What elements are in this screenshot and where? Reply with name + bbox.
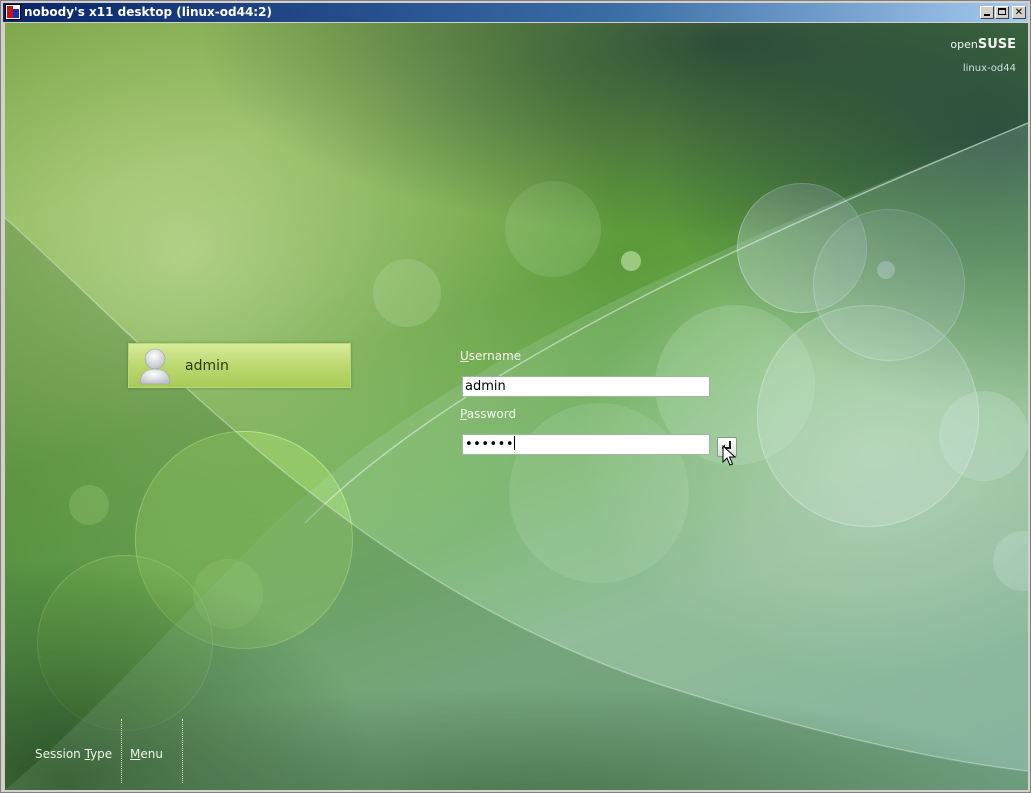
vnc-viewer-window: nobody's x11 desktop (linux-od44:2) ✕ op… xyxy=(0,0,1031,793)
window-titlebar[interactable]: nobody's x11 desktop (linux-od44:2) ✕ xyxy=(3,3,1028,22)
password-label: Password xyxy=(460,407,517,421)
menu-separator xyxy=(182,719,183,783)
password-field[interactable]: •••••• xyxy=(462,434,710,455)
vnc-app-icon[interactable] xyxy=(5,4,21,20)
user-list-item-admin[interactable]: admin xyxy=(128,343,351,388)
text-caret xyxy=(514,436,516,450)
hostname-label: linux-od44 xyxy=(962,63,1016,74)
username-label: Username xyxy=(460,349,522,363)
close-button[interactable]: ✕ xyxy=(1012,6,1026,19)
username-field[interactable]: admin xyxy=(462,376,710,397)
background-swoosh xyxy=(5,122,1028,790)
window-title: nobody's x11 desktop (linux-od44:2) xyxy=(24,5,272,19)
user-name-label: admin xyxy=(185,358,229,374)
minimize-button[interactable] xyxy=(980,6,994,19)
mouse-pointer-icon xyxy=(722,445,736,466)
maximize-button[interactable] xyxy=(995,6,1009,19)
login-screen: openSUSE linux-od44 admin Username admin… xyxy=(5,23,1028,790)
main-menu[interactable]: Menu xyxy=(130,747,163,761)
opensuse-logo: openSUSE xyxy=(950,37,1016,52)
session-type-menu[interactable]: Session Type xyxy=(35,747,112,761)
password-mask: •••••• xyxy=(465,437,515,452)
user-avatar-icon xyxy=(139,348,171,385)
menu-separator xyxy=(121,719,122,783)
